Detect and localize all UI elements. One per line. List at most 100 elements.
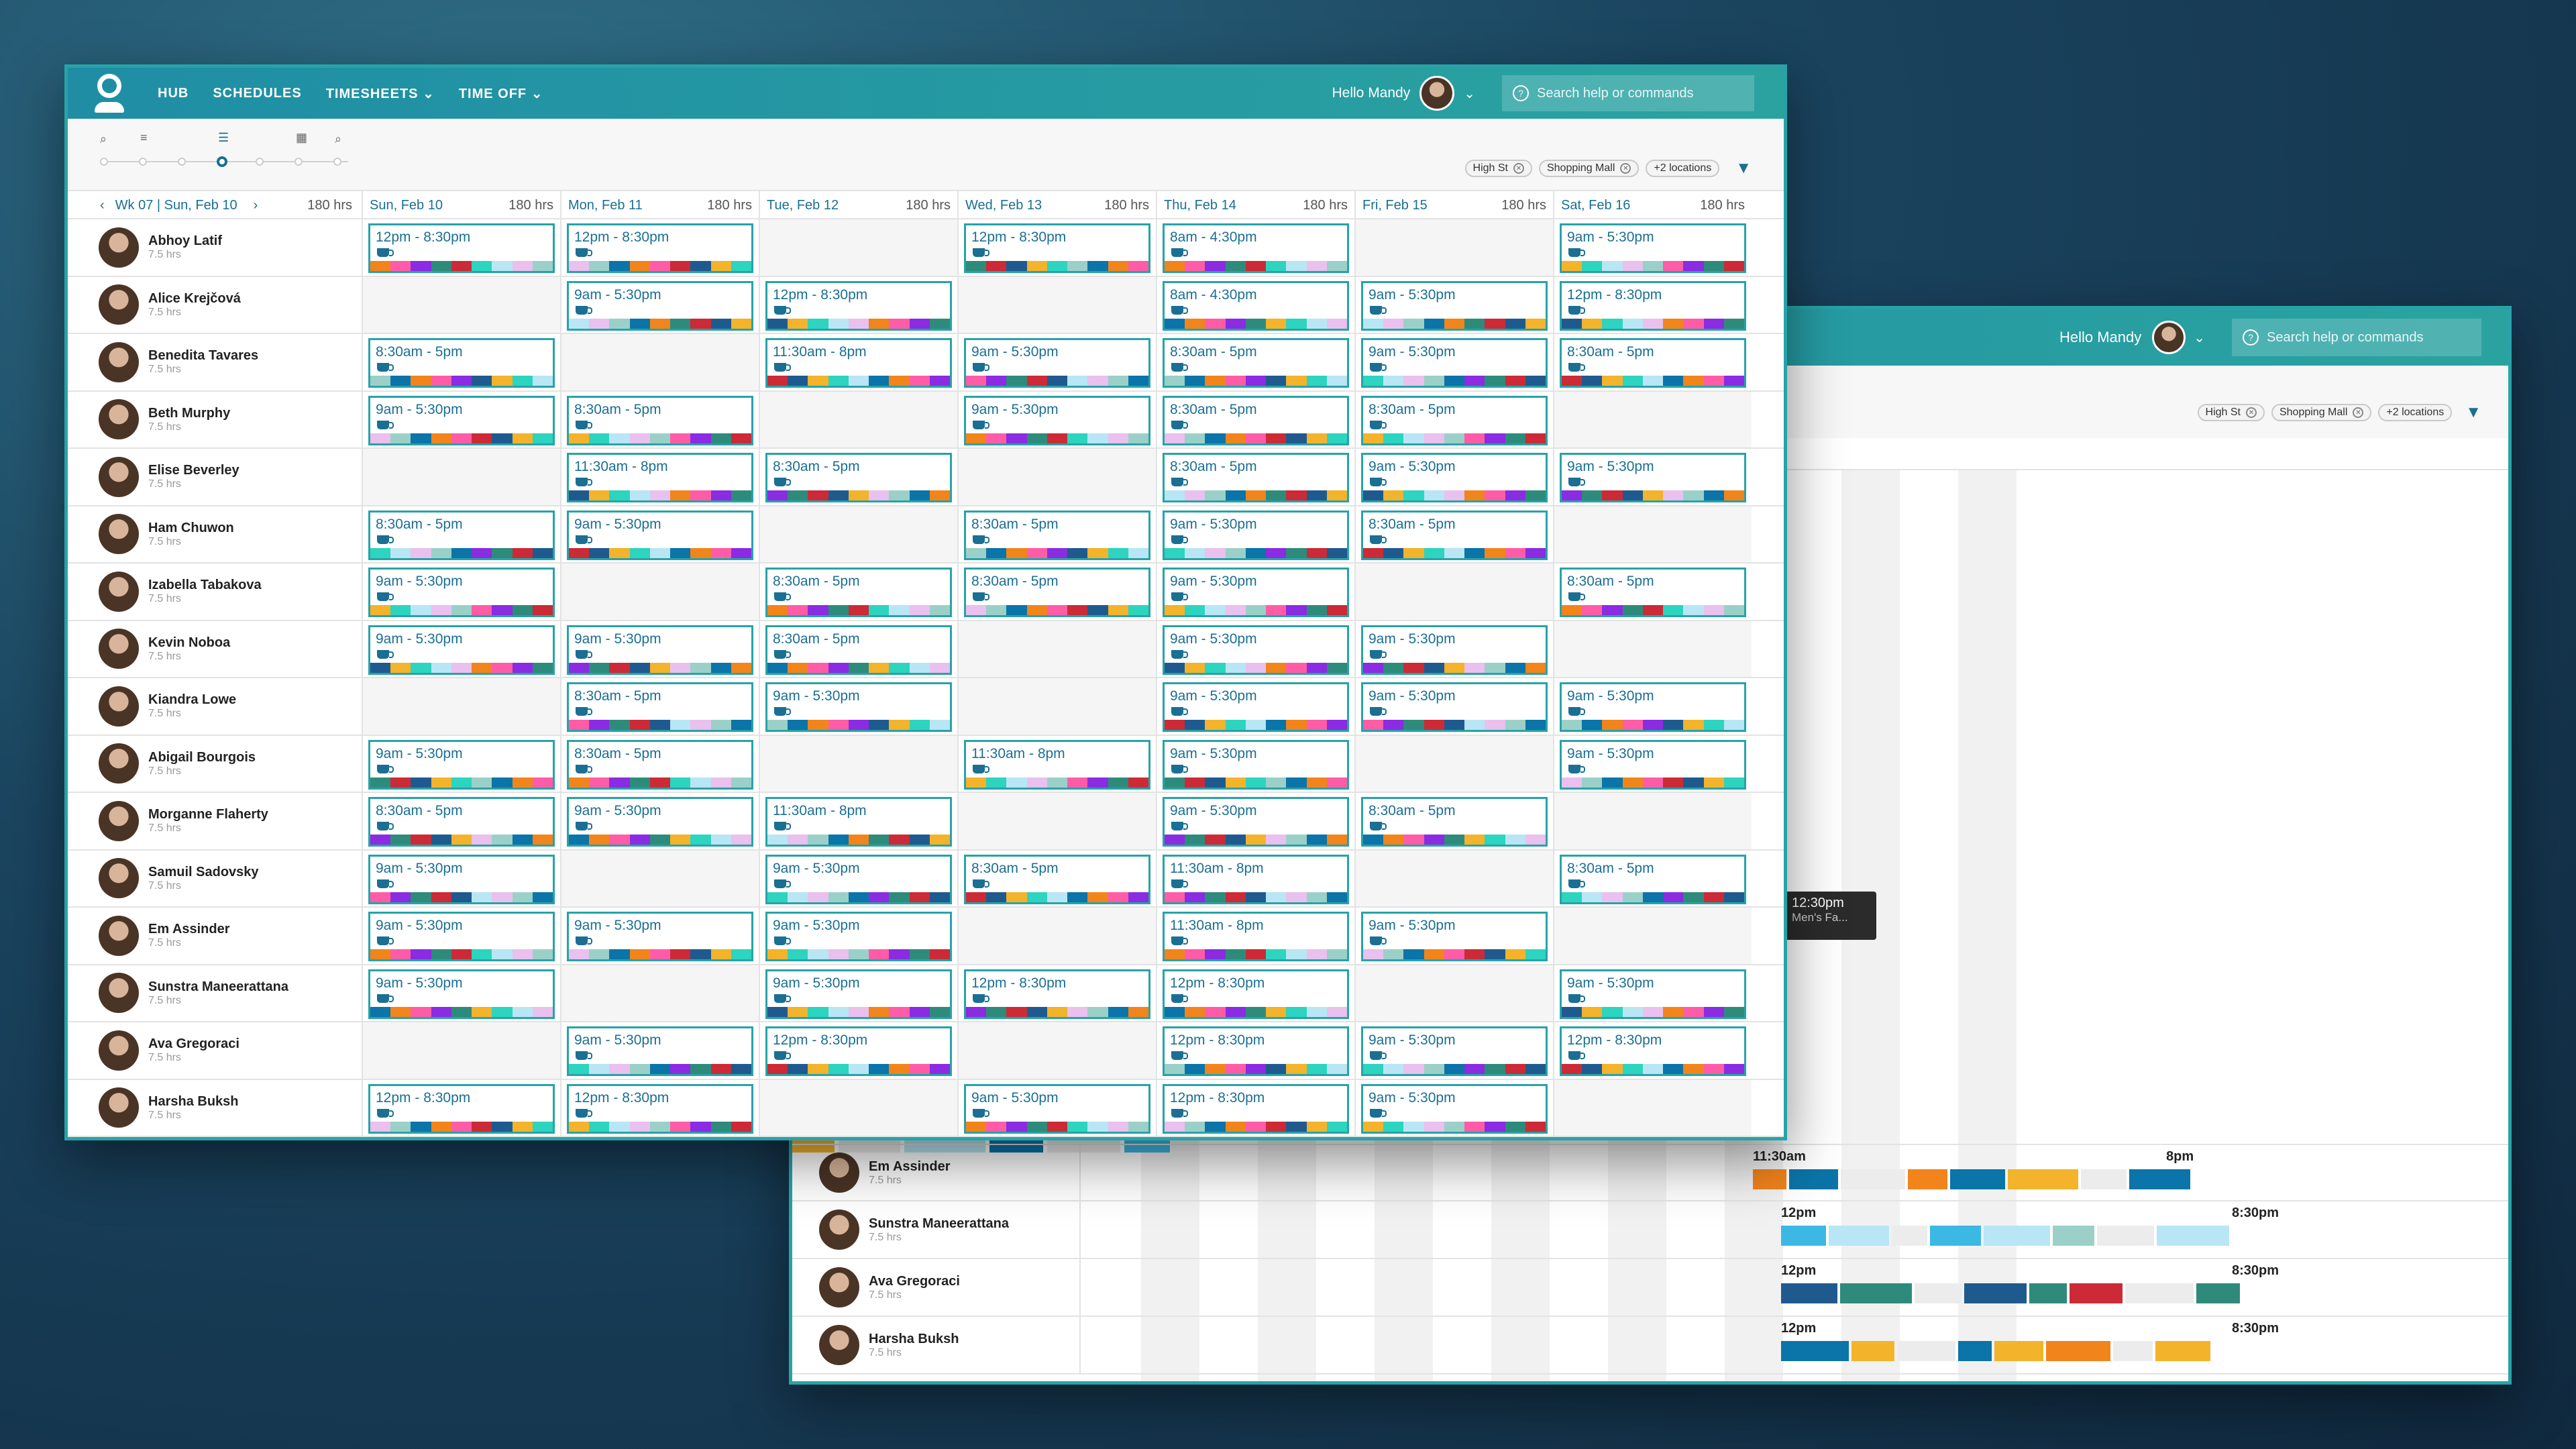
day-cell[interactable]: 8:30am - 5pm [957, 850, 1156, 906]
day-cell[interactable]: 9am - 5:30pm [560, 506, 759, 562]
day-cell[interactable] [759, 1079, 957, 1136]
day-cell[interactable] [362, 276, 560, 333]
filter-chip-more-locations[interactable]: +2 locations [2378, 404, 2453, 421]
day-cell[interactable]: 8:30am - 5pm [1156, 391, 1354, 447]
shift-card[interactable]: 9am - 5:30pm [1163, 682, 1349, 732]
day-cell[interactable] [362, 449, 560, 505]
zoom-stop[interactable] [139, 158, 147, 166]
shift-card[interactable]: 9am - 5:30pm [368, 912, 555, 961]
day-cell[interactable]: 12pm - 8:30pm [759, 1022, 957, 1079]
employee-info[interactable]: Sunstra Maneerattana 7.5 hrs [792, 1201, 1081, 1258]
day-cell[interactable]: 8:30am - 5pm [362, 793, 560, 849]
shift-card[interactable]: 9am - 5:30pm [765, 682, 952, 732]
day-cell[interactable]: 12pm - 8:30pm [957, 965, 1156, 1021]
shift-card[interactable]: 8:30am - 5pm [1560, 568, 1746, 617]
employee-info[interactable]: Em Assinder 7.5 hrs [792, 1145, 1081, 1200]
shift-card[interactable]: 11:30am - 8pm [765, 338, 952, 388]
shift-card[interactable]: 8:30am - 5pm [368, 338, 555, 388]
shift-segment[interactable] [2008, 1169, 2078, 1189]
shift-segment[interactable] [1892, 1226, 1927, 1246]
day-cell[interactable]: 9am - 5:30pm [759, 908, 957, 964]
day-cell[interactable]: 11:30am - 8pm [957, 735, 1156, 792]
day-cell[interactable]: 8:30am - 5pm [1553, 564, 1752, 620]
shift-segment[interactable] [1841, 1169, 1905, 1189]
day-cell[interactable]: 9am - 5:30pm [362, 735, 560, 792]
day-header[interactable]: Thu, Feb 14 180 hrs [1156, 191, 1354, 219]
employee-info[interactable]: Benedita Tavares 7.5 hrs [68, 334, 362, 390]
employee-info[interactable]: Harsha Buksh 7.5 hrs [68, 1080, 362, 1136]
day-cell[interactable]: 8:30am - 5pm [1354, 793, 1553, 849]
shift-card[interactable]: 8:30am - 5pm [765, 568, 952, 617]
shift-card[interactable]: 8:30am - 5pm [1163, 338, 1349, 388]
search-box[interactable]: ? Search help or commands [2232, 319, 2481, 356]
day-cell[interactable]: 12pm - 8:30pm [560, 1079, 759, 1136]
shift-card[interactable]: 9am - 5:30pm [567, 797, 753, 847]
shift-card[interactable]: 9am - 5:30pm [567, 280, 753, 331]
employee-info[interactable]: Ava Gregoraci 7.5 hrs [792, 1259, 1081, 1316]
day-cell[interactable]: 8am - 4:30pm [1156, 276, 1354, 333]
day-cell[interactable]: 9am - 5:30pm [1553, 449, 1752, 505]
day-cell[interactable] [1553, 1079, 1752, 1136]
close-icon[interactable]: ✕ [2245, 407, 2257, 418]
shift-card[interactable]: 12pm - 8:30pm [964, 969, 1150, 1019]
search-box[interactable]: ? Search help or commands [1502, 75, 1754, 111]
shift-card[interactable]: 8am - 4:30pm [1163, 280, 1349, 331]
employee-info[interactable]: Samuil Sadovsky 7.5 hrs [68, 851, 362, 907]
shift-card[interactable]: 8:30am - 5pm [1361, 510, 1548, 560]
shift-card[interactable]: 9am - 5:30pm [1361, 912, 1548, 961]
day-cell[interactable]: 9am - 5:30pm [1354, 621, 1553, 677]
day-cell[interactable] [1354, 564, 1553, 620]
day-cell[interactable]: 8:30am - 5pm [759, 449, 957, 505]
employee-info[interactable]: Harsha Buksh 7.5 hrs [792, 1317, 1081, 1373]
day-cell[interactable]: 12pm - 8:30pm [957, 219, 1156, 276]
shift-card[interactable]: 9am - 5:30pm [1163, 739, 1349, 790]
day-cell[interactable]: 9am - 5:30pm [1354, 908, 1553, 964]
shift-card[interactable]: 9am - 5:30pm [1163, 625, 1349, 675]
day-cell[interactable]: 9am - 5:30pm [362, 850, 560, 906]
employee-info[interactable]: Sunstra Maneerattana 7.5 hrs [68, 965, 362, 1022]
day-cell[interactable]: 8:30am - 5pm [362, 334, 560, 390]
filter-chip-more-locations[interactable]: +2 locations [1646, 160, 1720, 177]
day-cell[interactable]: 11:30am - 8pm [759, 793, 957, 849]
day-cell[interactable] [1553, 506, 1752, 562]
day-cell[interactable]: 8:30am - 5pm [560, 735, 759, 792]
shift-card[interactable]: 8:30am - 5pm [1560, 854, 1746, 904]
shift-segment[interactable] [2097, 1226, 2154, 1246]
shift-card[interactable]: 12pm - 8:30pm [368, 1083, 555, 1134]
day-cell[interactable]: 9am - 5:30pm [362, 908, 560, 964]
day-cell[interactable]: 9am - 5:30pm [362, 965, 560, 1021]
shift-card[interactable]: 9am - 5:30pm [1163, 510, 1349, 560]
shift-card[interactable]: 8:30am - 5pm [368, 797, 555, 847]
shift-card[interactable]: 9am - 5:30pm [1560, 223, 1746, 273]
day-cell[interactable]: 9am - 5:30pm [362, 621, 560, 677]
day-cell[interactable]: 9am - 5:30pm [362, 564, 560, 620]
shift-segment[interactable] [2029, 1283, 2067, 1303]
shift-card[interactable]: 12pm - 8:30pm [567, 223, 753, 273]
day-cell[interactable]: 9am - 5:30pm [560, 908, 759, 964]
day-cell[interactable]: 8:30am - 5pm [560, 391, 759, 447]
shift-card[interactable]: 8:30am - 5pm [567, 682, 753, 732]
day-cell[interactable]: 9am - 5:30pm [1354, 449, 1553, 505]
employee-info[interactable]: Ham Chuwon 7.5 hrs [68, 506, 362, 563]
shift-segment[interactable] [1950, 1169, 2005, 1189]
day-cell[interactable]: 12pm - 8:30pm [1553, 276, 1752, 333]
employee-info[interactable]: Izabella Tabakova 7.5 hrs [68, 564, 362, 620]
filter-chip-shopping-mall[interactable]: Shopping Mall ✕ [2271, 404, 2372, 421]
shift-card[interactable]: 12pm - 8:30pm [1560, 280, 1746, 331]
shift-card[interactable]: 9am - 5:30pm [1163, 568, 1349, 617]
day-cell[interactable]: 8am - 4:30pm [1156, 219, 1354, 276]
filter-chip-shopping-mall[interactable]: Shopping Mall ✕ [1538, 160, 1640, 177]
employee-info[interactable]: Kiandra Lowe 7.5 hrs [68, 678, 362, 735]
nav-schedules[interactable]: SCHEDULES [213, 86, 301, 101]
shift-card[interactable]: 11:30am - 8pm [1163, 854, 1349, 904]
day-cell[interactable]: 8:30am - 5pm [1553, 850, 1752, 906]
shift-card[interactable]: 12pm - 8:30pm [567, 1083, 753, 1134]
shift-segment[interactable] [1789, 1169, 1838, 1189]
day-cell[interactable]: 12pm - 8:30pm [362, 219, 560, 276]
employee-info[interactable]: Morganne Flaherty 7.5 hrs [68, 793, 362, 849]
shift-card[interactable]: 12pm - 8:30pm [1560, 1026, 1746, 1076]
zoom-stop[interactable] [256, 158, 264, 166]
day-cell[interactable]: 8:30am - 5pm [759, 621, 957, 677]
day-header[interactable]: Fri, Feb 15 180 hrs [1354, 191, 1553, 219]
employee-info[interactable]: Elise Beverley 7.5 hrs [68, 449, 362, 505]
